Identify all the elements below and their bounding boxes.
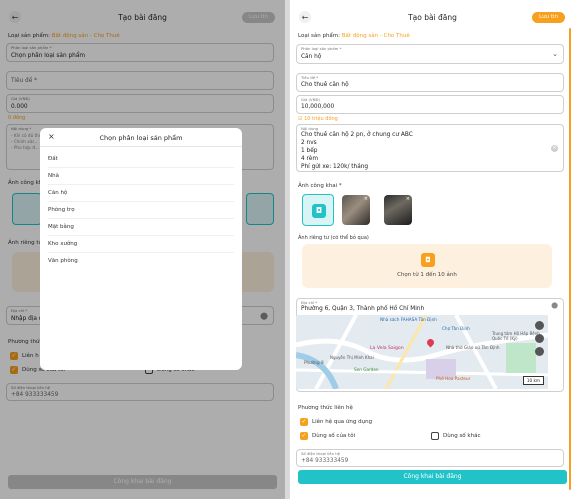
option-kho-xuong[interactable]: Kho xưởng (48, 236, 234, 253)
contact-app-label: Liên hệ qua ứng dụng (312, 419, 373, 425)
product-type-modal: × Chọn phân loại sản phẩm Đất Nhà Căn hộ… (40, 128, 242, 370)
public-images-label: Ảnh công khai * (298, 183, 342, 189)
location-pin-icon: ⬤ (551, 302, 558, 309)
map-control-icon[interactable] (535, 334, 544, 343)
camera-icon: ◘ (312, 204, 326, 218)
address-value: Phường 6, Quận 3, Thành phố Hồ Chí Minh (301, 306, 425, 312)
price-input[interactable]: Giá (VNĐ) 10,000,000 (296, 95, 564, 114)
option-dat[interactable]: Đất (48, 151, 234, 168)
my-number-label: Dùng số của tôi (312, 433, 356, 439)
category-label: Loại sản phẩm: (298, 33, 341, 39)
image-thumb-2[interactable]: × (384, 195, 412, 225)
map-label: La Vela Saigon (370, 346, 404, 351)
map-label: Nguyễn Thị Minh Khai (330, 355, 374, 360)
private-images-label: Ảnh riêng tư (có thể bỏ qua) (298, 235, 369, 241)
option-nha[interactable]: Nhà (48, 168, 234, 185)
content-line: 4 rèm (301, 156, 318, 162)
price-hint: ☑ 10 triệu đồng (298, 116, 338, 122)
product-type-label: Phân loại sản phẩm * (301, 46, 342, 51)
chevron-down-icon: ⌄ (552, 50, 558, 58)
option-mat-bang[interactable]: Mặt bằng (48, 219, 234, 236)
map-label: Phường 8 (304, 360, 324, 365)
map-label: Chợ Tân Định (442, 326, 470, 331)
title-value: Cho thuê căn hộ (301, 82, 349, 88)
map-control-icon[interactable] (535, 347, 544, 356)
map-label: Nhà sách FAHASA Tân Định (380, 317, 437, 322)
content-textarea[interactable]: Nội dung Cho thuê căn hộ 2 pn, ở chung c… (296, 124, 564, 172)
content-line: Cho thuê căn hộ 2 pn, ở chung cư ABC (301, 132, 413, 138)
product-type-select[interactable]: Phân loại sản phẩm * Căn hộ ⌄ (296, 44, 564, 64)
upload-text: Chọn từ 1 đến 10 ảnh (397, 272, 457, 278)
my-number-checkbox[interactable]: ✓ (300, 432, 308, 440)
content-line: 2 nvs (301, 140, 317, 146)
map-label: Sen Garden (354, 367, 379, 372)
image-thumb-1[interactable]: × (342, 195, 370, 225)
title-label: Tiêu đề * (301, 75, 319, 80)
content-label: Nội dung (301, 126, 319, 131)
title-input[interactable]: Tiêu đề * Cho thuê căn hộ (296, 73, 564, 92)
address-label: Địa chỉ * (301, 300, 318, 305)
price-hint-text: 10 triệu đồng (304, 116, 338, 122)
option-phong-tro[interactable]: Phòng trọ (48, 202, 234, 219)
other-number-label: Dùng số khác (443, 433, 481, 439)
map-label: Nhà thờ Giáo xứ Tân Định (446, 345, 500, 350)
upload-icon: ◘ (421, 253, 435, 267)
map-label: Phở Hoa Pasteur (436, 376, 471, 381)
phone-field[interactable]: Số điện thoại liên hệ +84 933333459 (296, 449, 564, 467)
remove-image-icon[interactable]: × (364, 196, 368, 202)
header: ← Tạo bài đăng Lưu tin (290, 8, 575, 26)
option-can-ho[interactable]: Căn hộ (48, 185, 234, 202)
other-number-checkbox[interactable]: ✓ (431, 432, 439, 440)
content-line: Phí gửi xe: 120k/ tháng (301, 164, 369, 170)
phone-label: Số điện thoại liên hệ (301, 451, 340, 456)
map[interactable]: Nhà sách FAHASA Tân Định Chợ Tân Định La… (296, 315, 548, 389)
price-value: 10,000,000 (301, 104, 335, 110)
clear-icon[interactable]: × (551, 145, 558, 152)
price-label: Giá (VNĐ) (301, 97, 320, 102)
camera-button[interactable]: ◘ (302, 194, 334, 226)
map-roads (296, 315, 548, 389)
save-post-button[interactable]: Lưu tin (532, 12, 565, 23)
phone-value: +84 933333459 (301, 458, 349, 464)
remove-image-icon[interactable]: × (406, 196, 410, 202)
scrollbar[interactable] (569, 28, 571, 490)
category-value: Bất động sản - Cho Thuê (341, 33, 410, 39)
product-type-value: Căn hộ (301, 54, 322, 60)
category-line: Loại sản phẩm: Bất động sản - Cho Thuê (298, 33, 410, 39)
map-scale: 10 km (522, 376, 544, 385)
private-upload-box[interactable]: ◘ Chọn từ 1 đến 10 ảnh (302, 244, 552, 288)
left-screen: ← Tạo bài đăng Lưu tin Loại sản phẩm: Bấ… (0, 0, 285, 499)
modal-divider (40, 146, 242, 147)
contact-section-label: Phương thức liên hệ (298, 405, 353, 411)
modal-title: Chọn phân loại sản phẩm (99, 134, 183, 142)
map-control-icon[interactable] (535, 321, 544, 330)
right-screen: ← Tạo bài đăng Lưu tin Loại sản phẩm: Bấ… (290, 0, 575, 499)
option-van-phong[interactable]: Văn phòng (48, 253, 234, 270)
contact-app-checkbox[interactable]: ✓ (300, 418, 308, 426)
publish-button[interactable]: Công khai bài đăng (298, 470, 567, 484)
content-line: 1 bếp (301, 148, 318, 154)
